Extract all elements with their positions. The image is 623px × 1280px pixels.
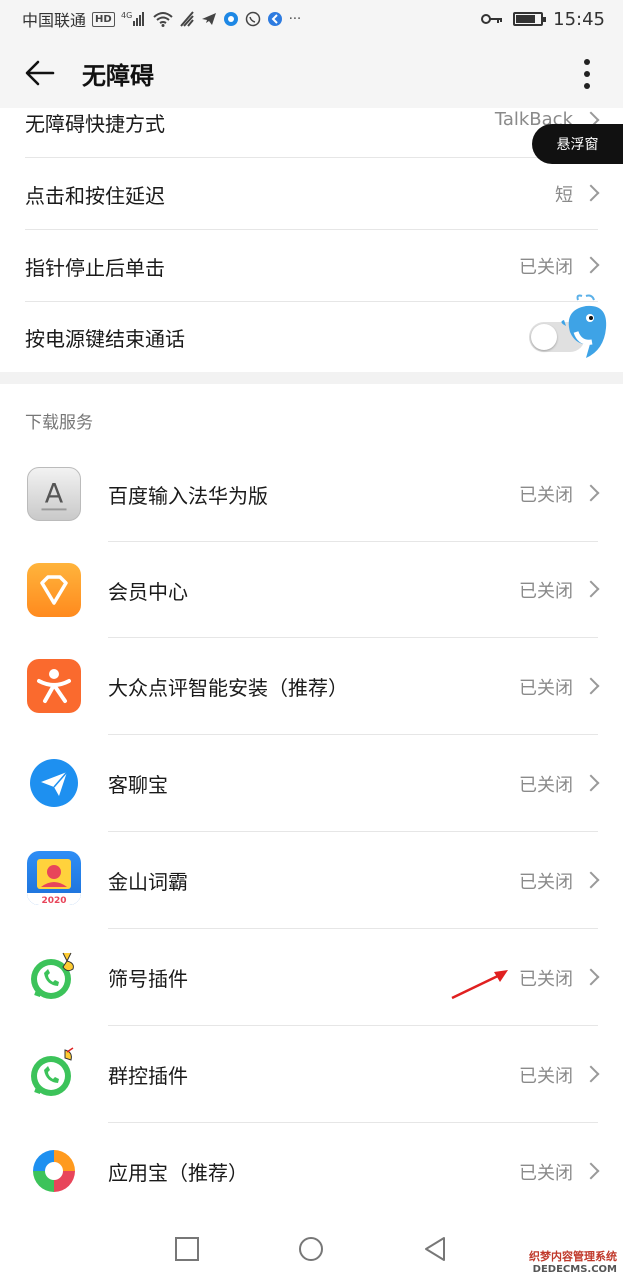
dolphin-assistant-icon[interactable] [556, 292, 616, 362]
app-bar: 无障碍 [0, 38, 623, 108]
keyboard-a-icon: A [27, 467, 81, 521]
app-status: 已关闭 [519, 677, 573, 699]
app-notification-icon [223, 11, 239, 27]
battery-icon [513, 12, 547, 26]
floating-window-button[interactable]: 悬浮窗 [532, 124, 623, 164]
app-status: 已关闭 [519, 1065, 573, 1087]
more-options-button[interactable] [569, 54, 605, 94]
app-status: 已关闭 [519, 774, 573, 796]
app-name: 百度输入法华为版 [108, 483, 268, 508]
vpn-notification-icon [267, 11, 283, 27]
wifi-icon [153, 11, 173, 27]
app-row-dianping[interactable]: 大众点评智能安装（推荐） 已关闭 [0, 638, 623, 735]
system-nav-bar: 织梦内容管理系统 DEDECMS.COM [0, 1220, 623, 1280]
watermark-subtitle: DEDECMS.COM [532, 1264, 617, 1275]
settings-row-accessibility-shortcut[interactable]: 无障碍快捷方式 TalkBack [0, 108, 623, 158]
back-triangle-icon[interactable] [422, 1236, 448, 1262]
no-sim-icon [179, 11, 195, 27]
telegram-icon [201, 11, 217, 27]
app-status: 已关闭 [519, 485, 573, 506]
app-name: 应用宝（推荐） [108, 1161, 248, 1185]
hd-icon: HD [92, 11, 115, 27]
app-status: 已关闭 [519, 871, 573, 893]
whatsapp-notification-icon [245, 11, 261, 27]
settings-row-touch-hold-delay[interactable]: 点击和按住延迟 短 [0, 158, 623, 230]
whatsapp-icon [27, 949, 81, 1003]
app-name: 金山词霸 [108, 870, 188, 894]
back-arrow-icon [25, 60, 55, 86]
app-row-baidu-input[interactable]: A 百度输入法华为版 已关闭 [0, 446, 623, 542]
section-title-download-services: 下载服务 [25, 413, 93, 433]
row-label: 按电源键结束通话 [25, 326, 185, 351]
page-title: 无障碍 [82, 61, 154, 90]
signal-icon: 4G [121, 11, 147, 27]
settings-row-dwell-click[interactable]: 指针停止后单击 已关闭 [0, 230, 623, 302]
chevron-right-icon [582, 774, 600, 791]
chevron-right-icon [582, 1065, 600, 1082]
app-name: 客聊宝 [108, 773, 168, 797]
watermark: 织梦内容管理系统 DEDECMS.COM [529, 1250, 617, 1276]
more-notifications-icon: ··· [288, 11, 302, 27]
chevron-right-icon [582, 1162, 600, 1179]
chevron-right-icon [582, 871, 600, 888]
carrier-label: 中国联通 [22, 11, 87, 30]
row-label: 无障碍快捷方式 [25, 112, 165, 136]
settings-row-power-ends-call[interactable]: 按电源键结束通话 [0, 302, 623, 372]
row-label: 指针停止后单击 [25, 255, 165, 280]
back-button[interactable] [0, 38, 80, 108]
watermark-title: 织梦内容管理系统 [529, 1250, 617, 1263]
svg-text:A: A [45, 479, 64, 510]
app-status: 已关闭 [519, 581, 573, 602]
section-separator [0, 372, 623, 384]
diamond-icon [27, 563, 81, 617]
app-name: 会员中心 [108, 579, 188, 604]
whatsapp-icon [27, 1046, 81, 1100]
app-status: 已关闭 [519, 1162, 573, 1184]
chevron-right-icon [582, 580, 600, 598]
ciba-icon: 2020 [27, 851, 81, 905]
app-name: 大众点评智能安装（推荐） [108, 676, 348, 700]
home-circle-icon[interactable] [298, 1236, 324, 1262]
chevron-right-icon [582, 968, 600, 985]
app-row-kingsoft-ciba[interactable]: 2020 金山词霸 已关闭 [0, 832, 623, 929]
clock: 15:45 [553, 8, 605, 30]
app-row-keliaobao[interactable]: 客聊宝 已关闭 [0, 735, 623, 832]
chevron-right-icon [582, 484, 600, 502]
key-icon [481, 12, 503, 26]
app-row-member-center[interactable]: 会员中心 已关闭 [0, 542, 623, 638]
row-label: 点击和按住延迟 [25, 183, 165, 208]
paper-plane-icon [27, 756, 81, 810]
app-status: 已关闭 [519, 968, 573, 990]
recents-square-icon[interactable] [174, 1236, 200, 1262]
app-row-filter-plugin[interactable]: 筛号插件 已关闭 [0, 929, 623, 1026]
row-value: 已关闭 [519, 257, 573, 278]
network-type: 4G [121, 11, 132, 20]
chevron-right-icon [582, 184, 600, 202]
chevron-right-icon [582, 256, 600, 274]
app-row-group-control-plugin[interactable]: 群控插件 已关闭 [0, 1026, 623, 1123]
yingyongbao-icon [27, 1144, 81, 1198]
chevron-right-icon [582, 677, 600, 694]
red-annotation-arrow [451, 970, 508, 1000]
app-row-yingyongbao[interactable]: 应用宝（推荐） 已关闭 [0, 1123, 623, 1220]
row-value: 短 [555, 185, 573, 206]
app-name: 群控插件 [108, 1064, 188, 1088]
dianping-icon [27, 659, 81, 713]
app-name: 筛号插件 [108, 967, 188, 991]
ciba-badge: 2020 [41, 896, 66, 905]
status-bar: 中国联通 HD 4G ··· 15:45 [0, 0, 623, 38]
